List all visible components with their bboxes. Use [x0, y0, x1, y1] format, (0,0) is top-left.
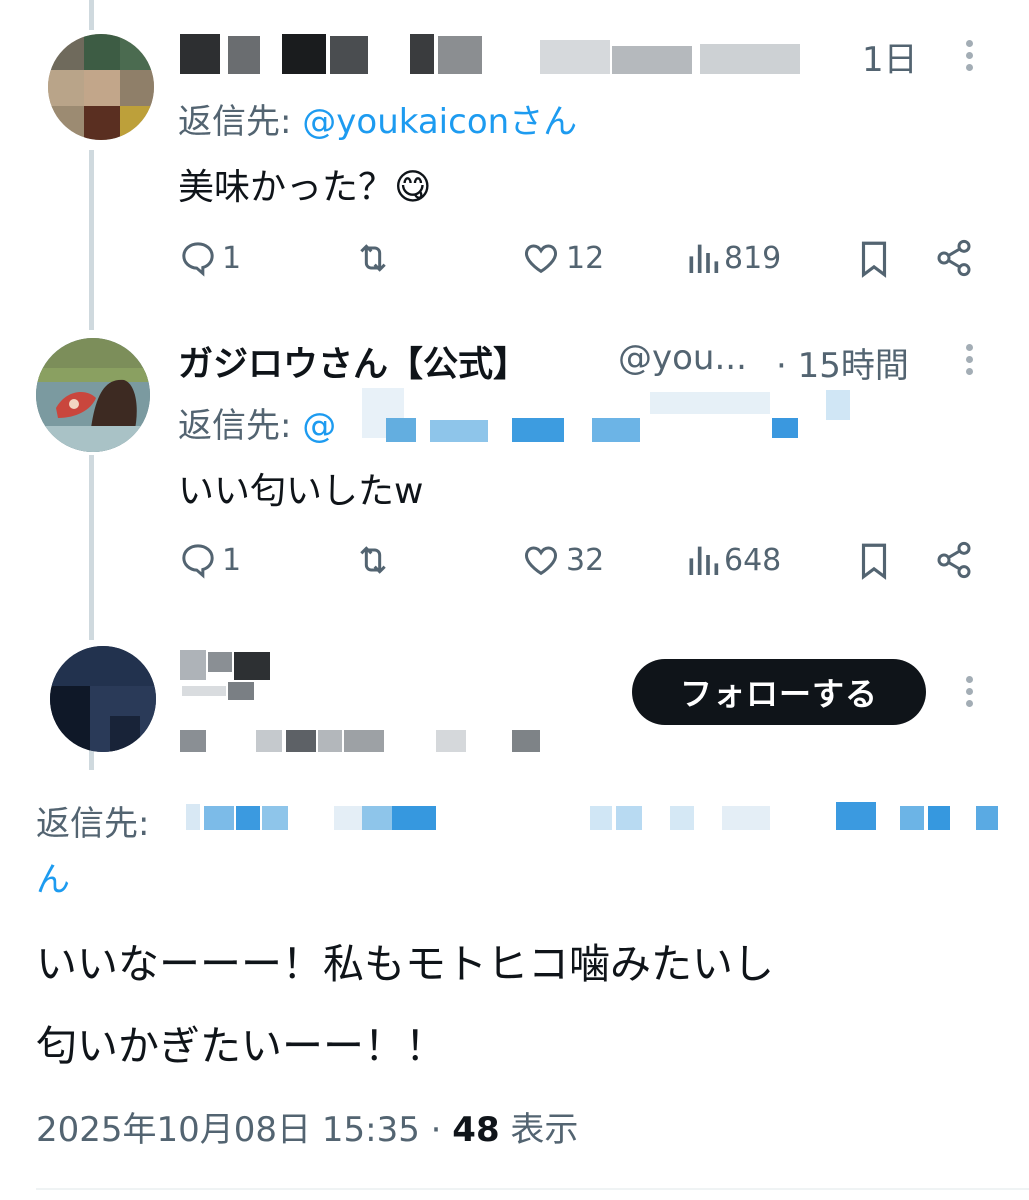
bookmark-icon: [861, 241, 887, 278]
views-icon: [689, 546, 719, 575]
share-button[interactable]: [934, 238, 974, 278]
reply-icon: [182, 544, 214, 579]
views-icon: [689, 244, 719, 273]
like-count: 32: [566, 542, 605, 578]
retweet-button[interactable]: [352, 540, 394, 580]
like-icon: [524, 546, 558, 576]
author-handle[interactable]: @you...: [618, 338, 747, 378]
more-icon[interactable]: [966, 40, 974, 76]
share-button[interactable]: [934, 540, 974, 580]
reply-to-prefix: 返信先:: [36, 804, 150, 844]
retweet-icon: [360, 546, 386, 574]
bookmark-button[interactable]: [856, 540, 892, 582]
views-button[interactable]: 819: [686, 238, 781, 278]
reply-icon: [182, 242, 214, 277]
thread-line-2: [89, 455, 94, 640]
reply-button[interactable]: 1: [178, 540, 241, 580]
share-icon: [937, 239, 971, 277]
tweet-time[interactable]: 1日: [862, 32, 918, 81]
avatar[interactable]: [48, 34, 154, 140]
reply-to-prefix: 返信先:: [178, 406, 292, 446]
views-label: 表示: [510, 1110, 579, 1150]
tweet-meta: 2025年10月08日 15:35 · 48 表示: [36, 1102, 578, 1151]
reply-to-line: 返信先: @: [178, 398, 336, 447]
bookmark-icon: [861, 543, 887, 580]
views-count: 48: [452, 1110, 500, 1150]
retweet-icon: [360, 244, 386, 272]
reply-to-prefix: 返信先:: [178, 102, 292, 142]
thread-line-top: [89, 0, 94, 30]
thread-line-1: [89, 150, 94, 330]
share-icon: [937, 541, 971, 579]
like-button[interactable]: 12: [520, 238, 604, 278]
tweet-text: 美味かった？😋: [178, 167, 432, 208]
divider: [36, 1188, 1029, 1190]
reply-count: 1: [222, 542, 242, 578]
views-count: 648: [724, 542, 782, 578]
reply-to-handle-start[interactable]: @: [302, 406, 336, 446]
tweet-text-line-2: 匂いかぎたいーー！！: [36, 1022, 446, 1070]
tweet-text: いい匂いしたw: [178, 471, 424, 512]
like-count: 12: [566, 240, 605, 276]
reply-button[interactable]: 1: [178, 238, 241, 278]
author-name[interactable]: ガジロウさん【公式】: [178, 336, 528, 387]
avatar[interactable]: [50, 646, 156, 752]
tweet-text-line-1: いいなーーー！私もモトヒコ噛みたいし: [36, 940, 774, 988]
reply-to-handle[interactable]: @youkaiconさん: [302, 102, 577, 142]
reply-to-line: 返信先: @youkaiconさん: [178, 94, 577, 143]
more-icon[interactable]: [966, 344, 974, 380]
reply-count: 1: [222, 240, 242, 276]
tweet-time[interactable]: · 15時間: [776, 338, 909, 387]
views-button[interactable]: 648: [686, 540, 781, 580]
follow-button[interactable]: フォローする: [632, 659, 926, 725]
tweet-date[interactable]: 2025年10月08日 15:35 ·: [36, 1110, 441, 1150]
views-count: 819: [724, 240, 782, 276]
more-icon[interactable]: [966, 676, 974, 712]
retweet-button[interactable]: [352, 238, 394, 278]
like-icon: [524, 244, 558, 274]
bookmark-button[interactable]: [856, 238, 892, 280]
avatar[interactable]: [36, 338, 150, 452]
reply-to-handle-tail[interactable]: ん: [36, 852, 70, 901]
like-button[interactable]: 32: [520, 540, 604, 580]
